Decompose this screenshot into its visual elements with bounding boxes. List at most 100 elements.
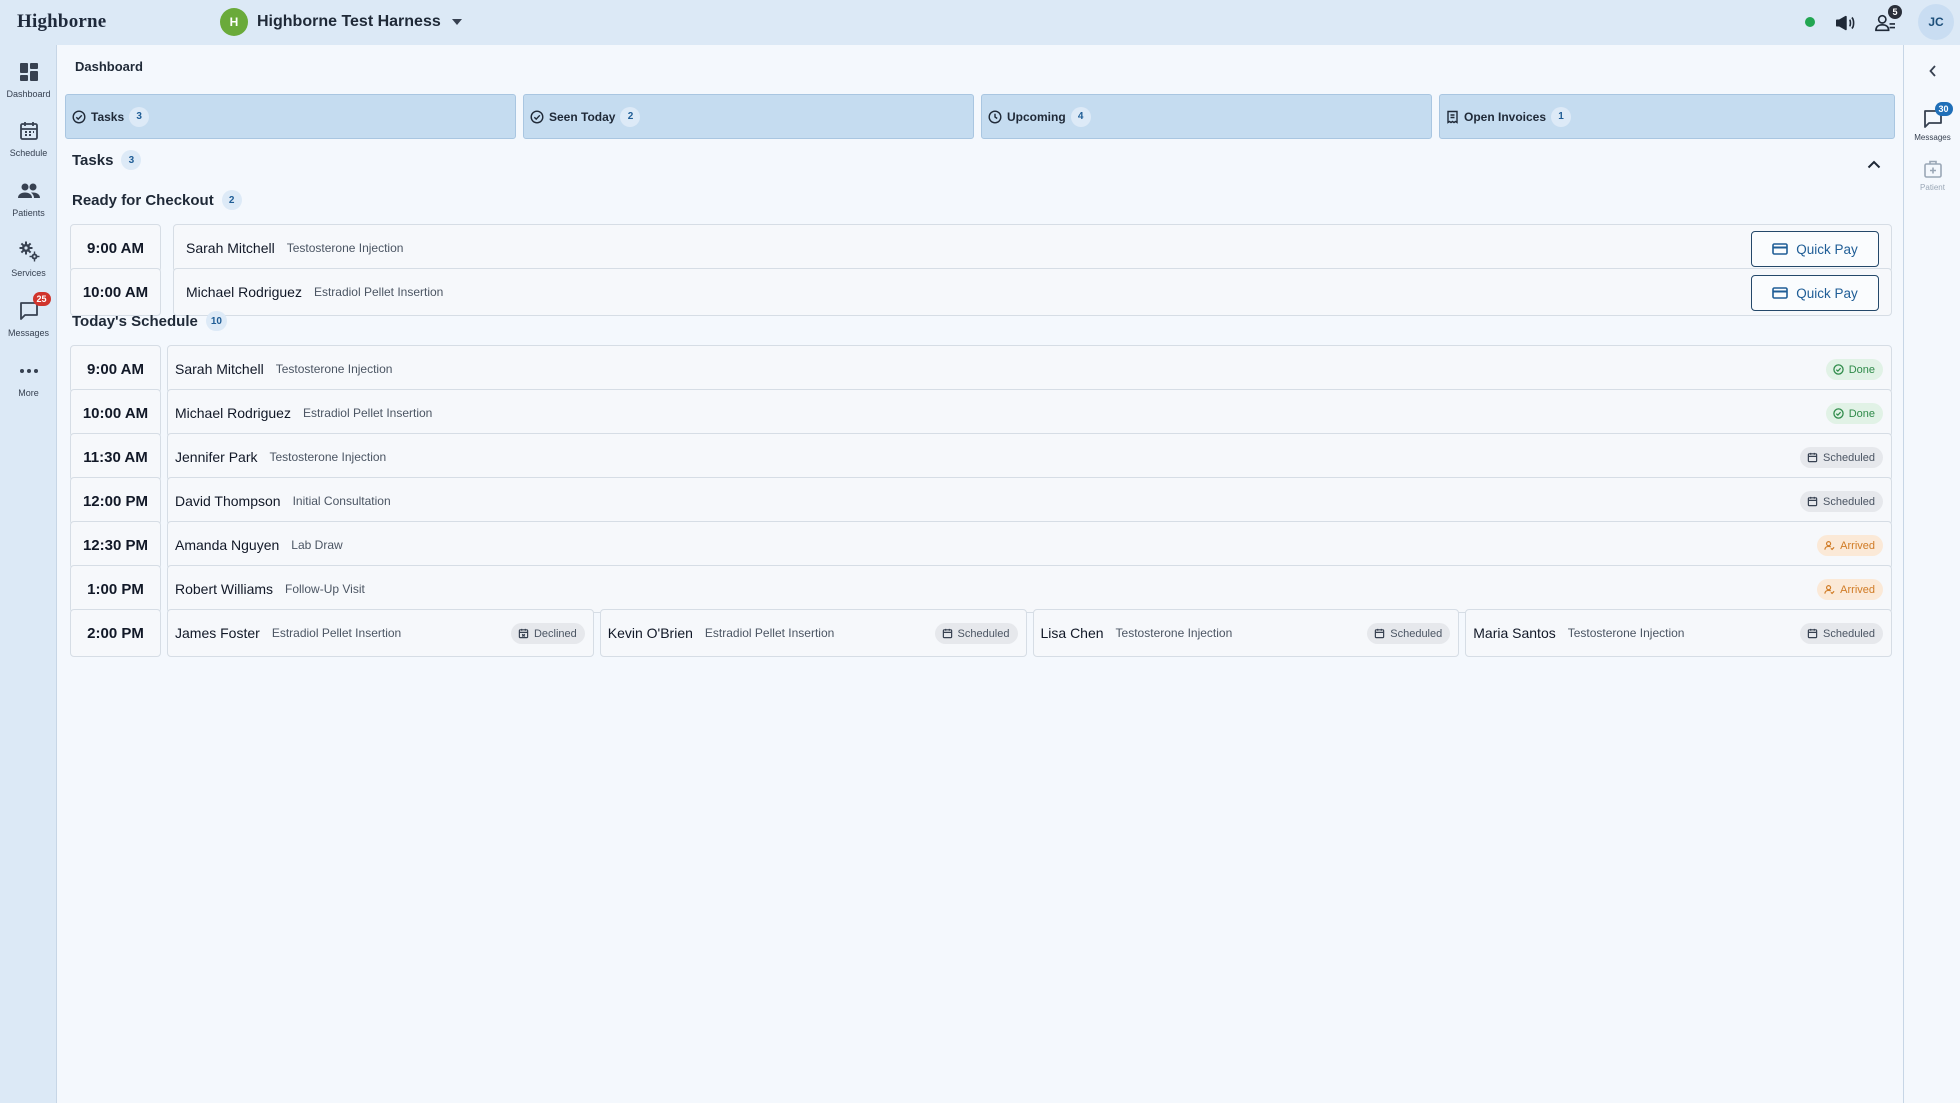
time-slot: 12:00 PM	[70, 477, 161, 525]
checkout-row[interactable]: Sarah Mitchell Testosterone Injection Qu…	[173, 224, 1892, 272]
appointment-card[interactable]: Michael Rodriguez Estradiol Pellet Insert…	[167, 389, 1892, 437]
credit-card-icon	[1772, 287, 1789, 299]
appointment-card[interactable]: Lisa Chen Testosterone Injection Scheduled	[1032, 609, 1460, 657]
patient-name: Amanda Nguyen	[175, 537, 280, 553]
nav-item-label: Schedule	[9, 148, 48, 158]
scheduled-status-icon	[1807, 628, 1818, 639]
checkout-section-header: Ready for Checkout 2	[72, 190, 242, 210]
tab-count-badge: 4	[1070, 106, 1091, 127]
appointment-card[interactable]: Kevin O'Brien Estradiol Pellet Insertion S…	[599, 609, 1027, 657]
dashboard-icon	[16, 59, 42, 85]
scheduled-status-icon	[1374, 628, 1385, 639]
service-name: Estradiol Pellet Insertion	[313, 285, 444, 299]
top-bar: Highborne H Highborne Test Harness 5 JC	[0, 0, 1960, 45]
collapse-panel-button[interactable]	[1925, 63, 1941, 79]
status-badge: Scheduled	[1367, 623, 1451, 644]
patient-name: David Thompson	[175, 493, 281, 509]
status-badge: Scheduled	[1800, 491, 1883, 512]
appointment-card[interactable]: Jennifer Park Testosterone Injection Sched…	[167, 433, 1892, 481]
declined-status-icon	[518, 628, 529, 639]
invoice-icon	[1447, 110, 1458, 124]
nav-item-schedule[interactable]: Schedule	[0, 114, 57, 170]
time-slot: 11:30 AM	[70, 433, 161, 481]
scheduled-status-icon	[1807, 452, 1818, 463]
nav-item-messages[interactable]: 25 Messages	[0, 292, 57, 350]
collapse-tasks-button[interactable]	[1865, 155, 1883, 173]
tab-tasks[interactable]: Tasks 3	[65, 94, 516, 139]
status-label: Arrived	[1840, 539, 1875, 552]
section-count-badge: 2	[221, 190, 242, 210]
nav-item-services[interactable]: Services	[0, 234, 57, 290]
tasks-section-header: Tasks 3	[72, 150, 142, 170]
tab-open-invoices[interactable]: Open Invoices 1	[1439, 94, 1895, 139]
announcement-button[interactable]	[1832, 10, 1858, 36]
checkout-row[interactable]: Michael Rodriguez Estradiol Pellet Inser…	[173, 268, 1892, 316]
org-switcher[interactable]: H Highborne Test Harness	[220, 8, 462, 36]
quick-pay-label: Quick Pay	[1796, 285, 1858, 301]
more-icon	[16, 358, 42, 384]
time-slot: 1:00 PM	[70, 565, 161, 613]
schedule-section-header: Today's Schedule 10	[72, 311, 227, 331]
org-avatar: H	[220, 8, 248, 36]
patient-name: Michael Rodriguez	[186, 284, 302, 300]
service-name: Testosterone Injection	[1115, 626, 1233, 640]
section-title: Today's Schedule	[72, 312, 198, 330]
panel-tab-patient[interactable]: Patient	[1904, 157, 1960, 203]
scheduled-status-icon	[942, 628, 953, 639]
brand-logo[interactable]: Highborne	[17, 11, 106, 33]
tab-label: Seen Today	[549, 109, 616, 124]
messages-badge: 25	[32, 292, 51, 306]
service-name: Testosterone Injection	[275, 362, 393, 376]
tab-label: Tasks	[91, 109, 125, 124]
service-name: Testosterone Injection	[286, 241, 404, 255]
calendar-icon	[16, 118, 42, 144]
appointment-card[interactable]: James Foster Estradiol Pellet Insertion De…	[167, 609, 594, 657]
patient-name: James Foster	[175, 625, 260, 641]
status-label: Declined	[533, 627, 577, 640]
arrived-status-icon	[1824, 540, 1835, 551]
status-label: Scheduled	[1390, 627, 1443, 640]
appointment-card[interactable]: Robert Williams Follow-Up Visit Arrived	[167, 565, 1892, 613]
page-title: Dashboard	[75, 59, 143, 74]
status-label: Scheduled	[1823, 451, 1875, 464]
patient-name: Robert Williams	[175, 581, 274, 597]
tab-seen-today[interactable]: Seen Today 2	[523, 94, 974, 139]
status-badge: Scheduled	[1800, 447, 1883, 468]
status-label: Arrived	[1840, 583, 1875, 596]
clock-icon	[988, 109, 1002, 124]
nav-item-more[interactable]: More	[0, 354, 57, 410]
appointment-card[interactable]: Sarah Mitchell Testosterone Injection Done	[167, 345, 1892, 393]
user-avatar[interactable]: JC	[1918, 4, 1954, 40]
megaphone-icon	[1836, 15, 1855, 31]
appointment-card[interactable]: David Thompson Initial Consultation Schedu…	[167, 477, 1892, 525]
patient-name: Kevin O'Brien	[607, 625, 693, 641]
appointment-card[interactable]: Maria Santos Testosterone Injection Schedu…	[1465, 609, 1892, 657]
quick-pay-label: Quick Pay	[1796, 241, 1858, 257]
patient-name: Jennifer Park	[175, 449, 258, 465]
time-slot: 2:00 PM	[70, 609, 161, 657]
tab-count-badge: 1	[1551, 106, 1572, 127]
status-badge: Done	[1825, 403, 1883, 424]
panel-tab-label: Messages	[1914, 133, 1951, 142]
waiting-room-button[interactable]: 5	[1872, 5, 1902, 36]
arrived-status-icon	[1824, 584, 1835, 595]
patient-name: Sarah Mitchell	[175, 361, 264, 377]
chevron-up-icon	[1867, 160, 1881, 168]
service-name: Estradiol Pellet Insertion	[704, 626, 835, 640]
check-circle-icon	[72, 109, 86, 124]
tab-label: Upcoming	[1007, 109, 1066, 124]
time-slot: 10:00 AM	[70, 389, 161, 437]
appointment-card[interactable]: Amanda Nguyen Lab Draw Arrived	[167, 521, 1892, 569]
tab-count-badge: 3	[129, 106, 150, 127]
quick-pay-button[interactable]: Quick Pay	[1751, 231, 1879, 267]
tab-upcoming[interactable]: Upcoming 4	[981, 94, 1432, 139]
scheduled-status-icon	[1807, 496, 1818, 507]
section-count-badge: 3	[121, 150, 142, 170]
nav-item-dashboard[interactable]: Dashboard	[0, 55, 57, 111]
panel-tab-label: Patient	[1920, 183, 1945, 192]
tab-count-badge: 2	[620, 106, 641, 127]
panel-tab-messages[interactable]: 30 Messages	[1904, 102, 1960, 153]
quick-pay-button[interactable]: Quick Pay	[1751, 275, 1879, 311]
panel-messages-badge: 30	[1934, 102, 1953, 116]
nav-item-patients[interactable]: Patients	[0, 174, 57, 230]
